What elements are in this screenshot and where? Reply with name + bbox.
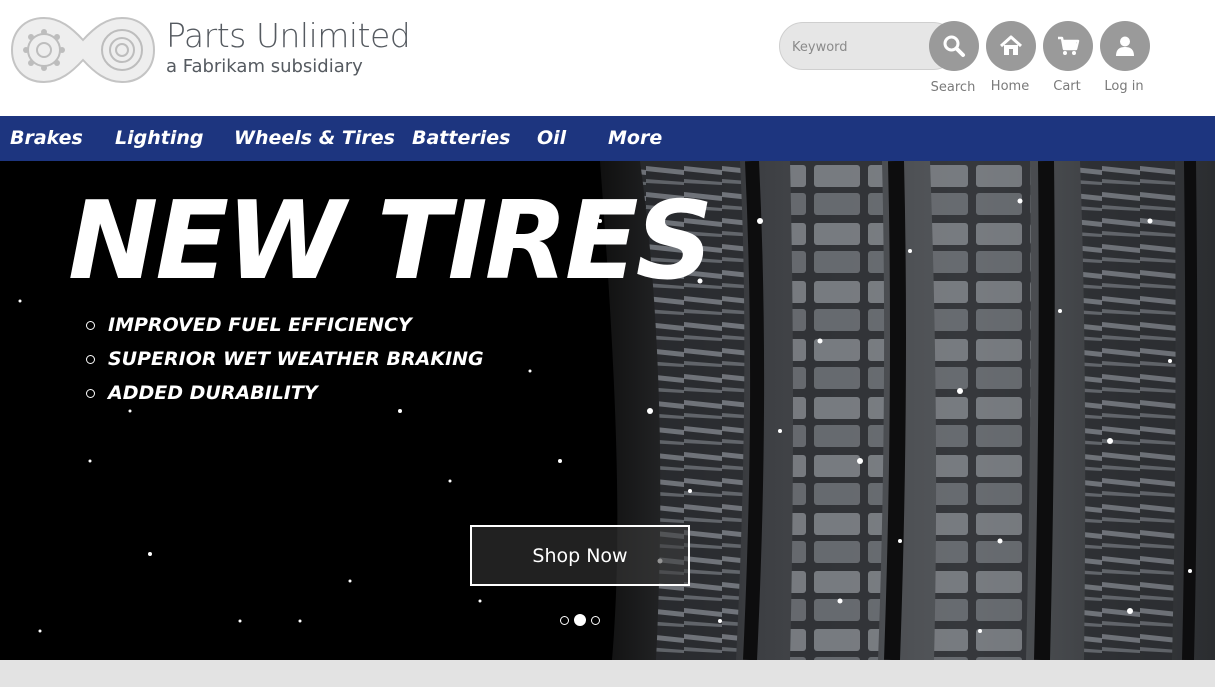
carousel-indicators bbox=[558, 614, 604, 628]
category-nav: Brakes Lighting Wheels & Tires Batteries… bbox=[0, 116, 1215, 161]
bullet-icon bbox=[86, 388, 95, 398]
gears-logo-icon[interactable] bbox=[10, 16, 156, 84]
search-button[interactable] bbox=[929, 21, 979, 71]
nav-item-oil[interactable]: Oil bbox=[537, 127, 566, 149]
brand-subtitle: a Fabrikam subsidiary bbox=[166, 56, 363, 77]
search-icon bbox=[943, 35, 965, 57]
carousel-dot-1[interactable] bbox=[560, 616, 569, 625]
nav-item-brakes[interactable]: Brakes bbox=[10, 127, 83, 149]
site-header: Parts Unlimited a Fabrikam subsidiary Se… bbox=[0, 0, 1215, 116]
search-label: Search bbox=[930, 80, 976, 95]
login-label: Log in bbox=[1104, 79, 1144, 94]
nav-item-lighting[interactable]: Lighting bbox=[115, 127, 203, 149]
nav-item-batteries[interactable]: Batteries bbox=[412, 127, 510, 149]
feature-text: ADDED DURABILITY bbox=[108, 382, 318, 404]
feature-text: SUPERIOR WET WEATHER BRAKING bbox=[108, 348, 484, 370]
home-icon bbox=[999, 35, 1023, 55]
cart-icon bbox=[1058, 36, 1080, 55]
user-icon bbox=[1116, 36, 1134, 56]
carousel-dot-3[interactable] bbox=[591, 616, 600, 625]
shop-now-button[interactable]: Shop Now bbox=[470, 525, 690, 586]
nav-item-wheels-tires[interactable]: Wheels & Tires bbox=[234, 127, 395, 149]
search-input[interactable] bbox=[792, 37, 922, 57]
home-label: Home bbox=[990, 79, 1030, 94]
cart-button[interactable] bbox=[1043, 21, 1093, 71]
feature-item: IMPROVED FUEL EFFICIENCY bbox=[86, 308, 484, 342]
feature-list: IMPROVED FUEL EFFICIENCY SUPERIOR WET WE… bbox=[86, 308, 484, 410]
home-button[interactable] bbox=[986, 21, 1036, 71]
login-button[interactable] bbox=[1100, 21, 1150, 71]
carousel-dot-2[interactable] bbox=[574, 614, 586, 626]
feature-item: ADDED DURABILITY bbox=[86, 376, 484, 410]
feature-text: IMPROVED FUEL EFFICIENCY bbox=[108, 314, 412, 336]
bullet-icon bbox=[86, 354, 95, 364]
hero-title: NEW TIRES bbox=[68, 179, 713, 304]
nav-item-more[interactable]: More bbox=[608, 127, 662, 149]
page-footer-strip bbox=[0, 660, 1215, 687]
cart-label: Cart bbox=[1053, 79, 1081, 94]
bullet-icon bbox=[86, 320, 95, 330]
hero-carousel: NEW TIRES IMPROVED FUEL EFFICIENCY SUPER… bbox=[0, 161, 1215, 660]
feature-item: SUPERIOR WET WEATHER BRAKING bbox=[86, 342, 484, 376]
brand-name[interactable]: Parts Unlimited bbox=[166, 16, 411, 55]
